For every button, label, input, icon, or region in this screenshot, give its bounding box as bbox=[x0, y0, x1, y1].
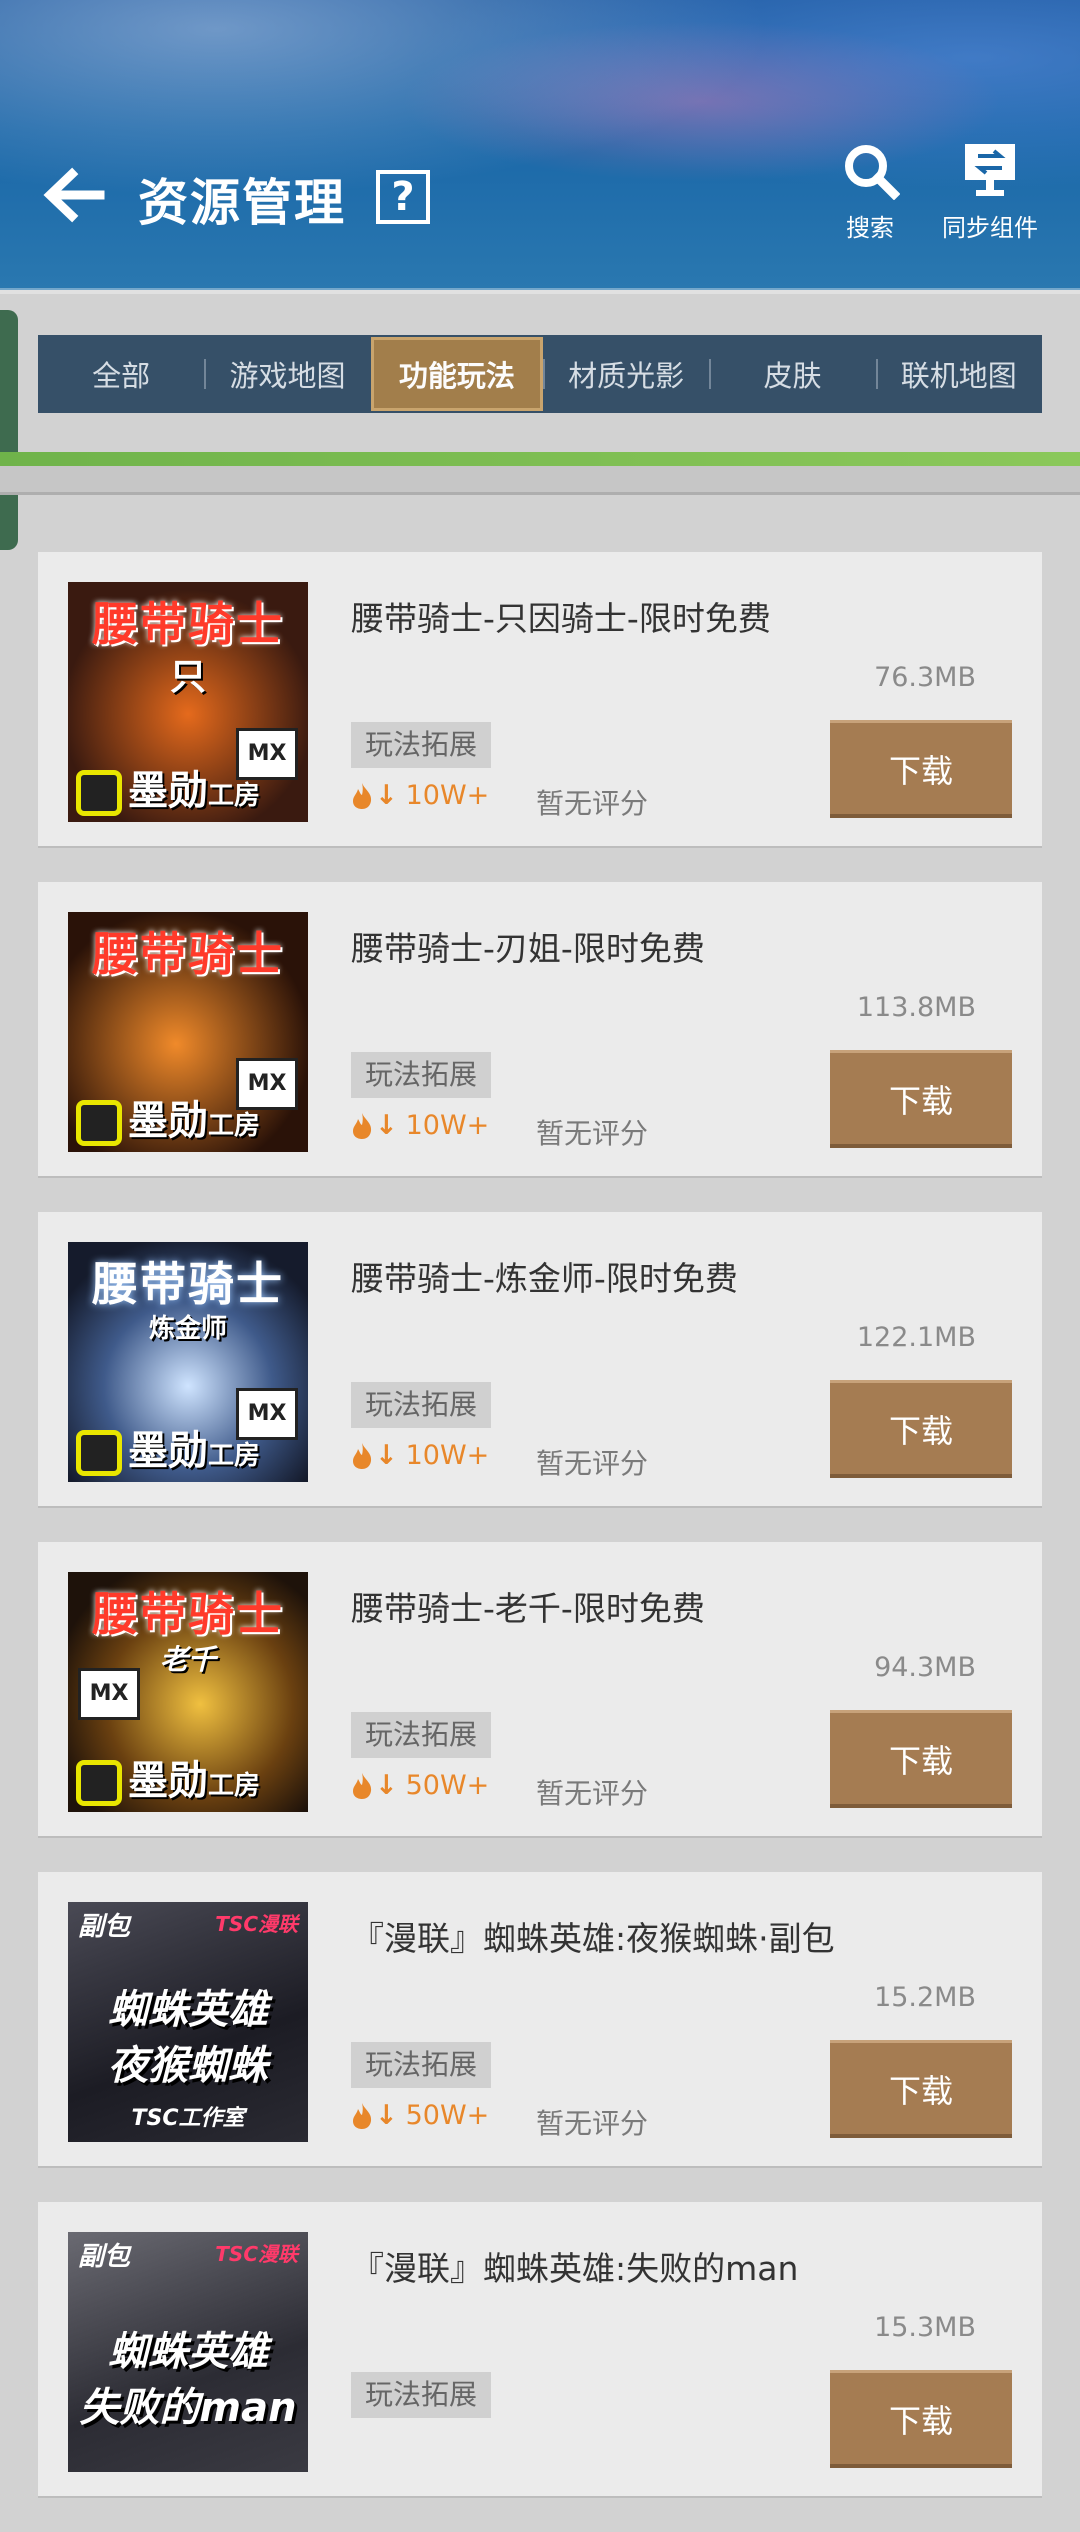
thumbnail: 腰带骑士 炼金师 MX 墨勋工房 bbox=[68, 1242, 308, 1482]
list-item[interactable]: 副包 TSC漫联 蜘蛛英雄 夜猴蜘蛛 TSC工作室 『漫联』蜘蛛英雄:夜猴蜘蛛·副… bbox=[38, 1872, 1042, 2166]
header-divider bbox=[0, 288, 1080, 294]
side-drawer-handle[interactable] bbox=[0, 310, 18, 550]
tab-all[interactable]: 全部 bbox=[38, 335, 204, 413]
studio-logo-icon bbox=[76, 1100, 122, 1146]
rating-text: 暂无评分 bbox=[536, 1117, 649, 1150]
download-count: ↓ 10W+ bbox=[351, 1440, 489, 1471]
search-button[interactable]: 搜索 bbox=[810, 138, 930, 243]
studio-logo-icon bbox=[76, 1430, 122, 1476]
header-bar: 资源管理 ? 搜索 同步组件 bbox=[0, 0, 1080, 294]
down-arrow-icon: ↓ bbox=[375, 1770, 398, 1801]
back-arrow-icon[interactable] bbox=[38, 160, 108, 230]
item-title: 『漫联』蜘蛛英雄:失败的man bbox=[351, 2249, 799, 2288]
rating-text: 暂无评分 bbox=[536, 2107, 649, 2140]
fire-icon bbox=[353, 1772, 372, 1799]
tab-multiplayer-maps[interactable]: 联机地图 bbox=[875, 335, 1042, 413]
fire-icon bbox=[353, 1112, 372, 1139]
resource-list: 腰带骑士 只 MX 墨勋工房 腰带骑士-只因骑士-限时免费 76.3MB 玩法拓… bbox=[38, 552, 1042, 2532]
download-button[interactable]: 下载 bbox=[830, 2370, 1012, 2468]
item-size: 15.3MB bbox=[874, 2312, 976, 2343]
rating-text: 暂无评分 bbox=[536, 1447, 649, 1480]
category-tag: 玩法拓展 bbox=[351, 1712, 492, 1758]
download-count: ↓ 50W+ bbox=[351, 1770, 489, 1801]
tab-game-maps[interactable]: 游戏地图 bbox=[204, 335, 370, 413]
category-tag: 玩法拓展 bbox=[351, 2042, 492, 2088]
down-arrow-icon: ↓ bbox=[375, 2100, 398, 2131]
search-label: 搜索 bbox=[846, 214, 894, 242]
accent-strip bbox=[0, 452, 1080, 466]
item-title: 腰带骑士-炼金师-限时免费 bbox=[351, 1259, 738, 1298]
mx-badge: MX bbox=[78, 1668, 140, 1720]
list-item[interactable]: 腰带骑士 老千 MX 墨勋工房 腰带骑士-老千-限时免费 94.3MB 玩法拓展… bbox=[38, 1542, 1042, 1836]
help-icon[interactable]: ? bbox=[376, 170, 430, 224]
item-size: 76.3MB bbox=[874, 662, 976, 693]
item-size: 122.1MB bbox=[856, 1322, 976, 1353]
studio-logo-icon bbox=[76, 1760, 122, 1806]
tab-features[interactable]: 功能玩法 bbox=[370, 337, 543, 411]
thumbnail: 副包 TSC漫联 蜘蛛英雄 夜猴蜘蛛 TSC工作室 bbox=[68, 1902, 308, 2142]
sync-components-button[interactable]: 同步组件 bbox=[930, 138, 1050, 243]
thumbnail: 腰带骑士 MX 墨勋工房 bbox=[68, 912, 308, 1152]
list-item[interactable]: 腰带骑士 MX 墨勋工房 腰带骑士-刃姐-限时免费 113.8MB 玩法拓展 ↓… bbox=[38, 882, 1042, 1176]
download-count: ↓ 50W+ bbox=[351, 2100, 489, 2131]
download-button[interactable]: 下载 bbox=[830, 720, 1012, 818]
rating-text: 暂无评分 bbox=[536, 1777, 649, 1810]
item-size: 15.2MB bbox=[874, 1982, 976, 2013]
item-title: 腰带骑士-老千-限时免费 bbox=[351, 1589, 705, 1628]
page-title: 资源管理 bbox=[138, 174, 346, 232]
thumbnail: 腰带骑士 老千 MX 墨勋工房 bbox=[68, 1572, 308, 1812]
tab-skins[interactable]: 皮肤 bbox=[709, 335, 875, 413]
list-item[interactable]: 腰带骑士 炼金师 MX 墨勋工房 腰带骑士-炼金师-限时免费 122.1MB 玩… bbox=[38, 1212, 1042, 1506]
download-count: ↓ 10W+ bbox=[351, 780, 489, 811]
category-tag: 玩法拓展 bbox=[351, 722, 492, 768]
item-size: 113.8MB bbox=[856, 992, 976, 1023]
item-title: 『漫联』蜘蛛英雄:夜猴蜘蛛·副包 bbox=[351, 1919, 835, 1958]
item-title: 腰带骑士-只因骑士-限时免费 bbox=[351, 599, 771, 638]
item-size: 94.3MB bbox=[874, 1652, 976, 1683]
tab-textures-shaders[interactable]: 材质光影 bbox=[542, 335, 709, 413]
download-button[interactable]: 下载 bbox=[830, 2040, 1012, 2138]
fire-icon bbox=[353, 1442, 372, 1469]
fire-icon bbox=[353, 2102, 372, 2129]
list-item[interactable]: 腰带骑士 只 MX 墨勋工房 腰带骑士-只因骑士-限时免费 76.3MB 玩法拓… bbox=[38, 552, 1042, 846]
section-divider bbox=[0, 466, 1080, 495]
list-item[interactable]: 副包 TSC漫联 蜘蛛英雄 失败的man 『漫联』蜘蛛英雄:失败的man 15.3… bbox=[38, 2202, 1042, 2496]
down-arrow-icon: ↓ bbox=[375, 1110, 398, 1141]
download-button[interactable]: 下载 bbox=[830, 1710, 1012, 1808]
download-button[interactable]: 下载 bbox=[830, 1050, 1012, 1148]
item-title: 腰带骑士-刃姐-限时免费 bbox=[351, 929, 705, 968]
category-tag: 玩法拓展 bbox=[351, 2372, 492, 2418]
studio-logo-icon bbox=[76, 770, 122, 816]
category-tag: 玩法拓展 bbox=[351, 1382, 492, 1428]
thumbnail: 腰带骑士 只 MX 墨勋工房 bbox=[68, 582, 308, 822]
download-button[interactable]: 下载 bbox=[830, 1380, 1012, 1478]
down-arrow-icon: ↓ bbox=[375, 780, 398, 811]
down-arrow-icon: ↓ bbox=[375, 1440, 398, 1471]
category-tabs: 全部 游戏地图 功能玩法 材质光影 皮肤 联机地图 bbox=[38, 335, 1042, 413]
category-tag: 玩法拓展 bbox=[351, 1052, 492, 1098]
rating-text: 暂无评分 bbox=[536, 787, 649, 820]
fire-icon bbox=[353, 782, 372, 809]
sync-monitor-icon bbox=[930, 138, 1050, 202]
download-count: ↓ 10W+ bbox=[351, 1110, 489, 1141]
thumbnail: 副包 TSC漫联 蜘蛛英雄 失败的man bbox=[68, 2232, 308, 2472]
search-icon bbox=[810, 138, 930, 202]
sync-label: 同步组件 bbox=[942, 214, 1038, 242]
